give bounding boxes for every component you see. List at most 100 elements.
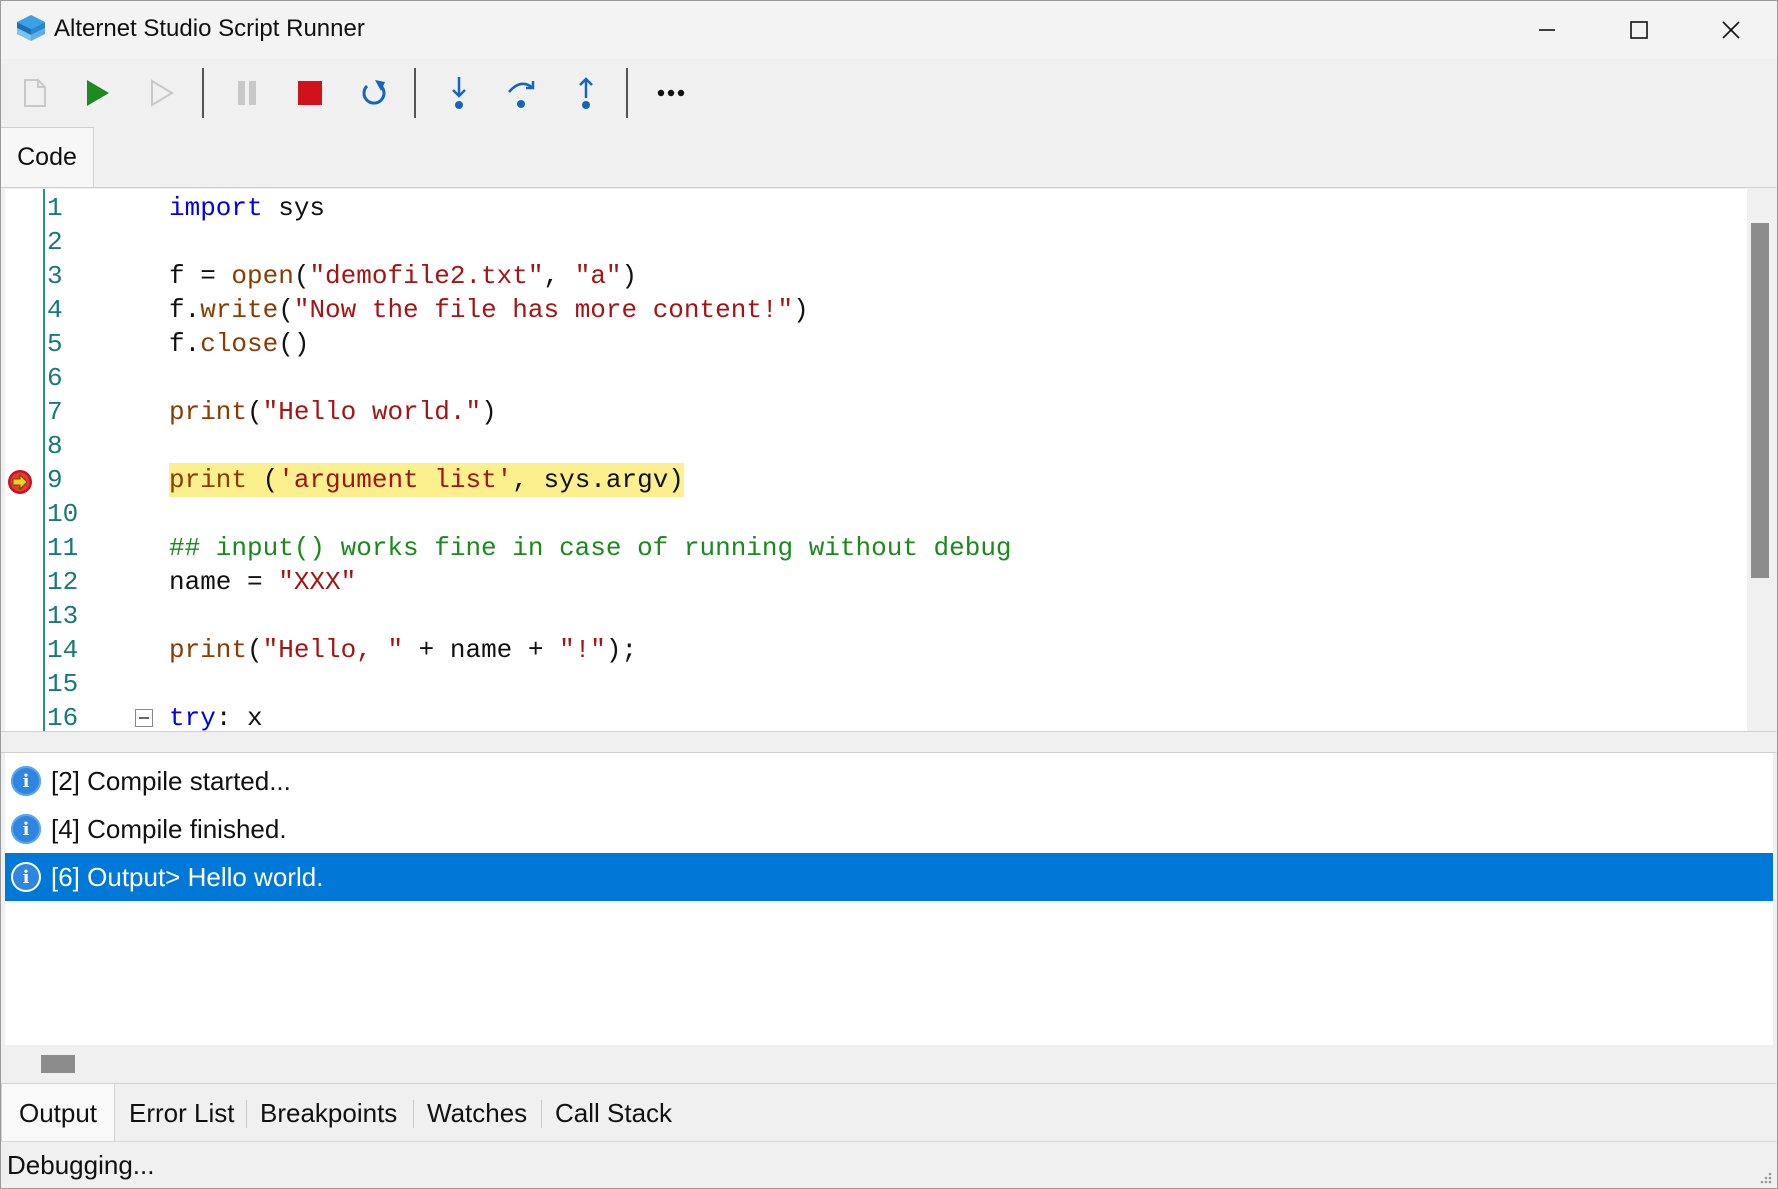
- line-number: 3: [47, 261, 63, 291]
- code-line[interactable]: 2: [5, 225, 1745, 259]
- line-number: 11: [47, 533, 79, 563]
- info-icon: i: [11, 814, 41, 844]
- restart-button[interactable]: [350, 69, 398, 117]
- code-line[interactable]: 3 f = open("demofile2.txt", "a"): [5, 259, 1745, 293]
- app-logo-icon: [17, 15, 45, 41]
- code-line[interactable]: 16 try: x: [5, 701, 1745, 731]
- tab-output[interactable]: Output: [1, 1084, 115, 1142]
- step-over-button[interactable]: [498, 69, 546, 117]
- line-number: 2: [47, 227, 63, 257]
- code-line[interactable]: 5 f.close(): [5, 327, 1745, 361]
- code-line[interactable]: 7 print("Hello world."): [5, 395, 1745, 429]
- code-comment: ## input() works fine in case of running…: [169, 533, 1012, 563]
- line-number: 10: [47, 499, 79, 529]
- current-execution-marker-icon[interactable]: [7, 469, 33, 495]
- run-button[interactable]: [74, 69, 122, 117]
- restart-icon: [362, 80, 386, 105]
- code-line[interactable]: 10: [5, 497, 1745, 531]
- run-icon: [87, 80, 109, 106]
- code-line[interactable]: 4 f.write("Now the file has more content…: [5, 293, 1745, 327]
- horizontal-scrollbar-thumb[interactable]: [41, 1055, 75, 1073]
- toolbar-separator: [202, 68, 204, 118]
- maximize-button[interactable]: [1593, 1, 1685, 59]
- line-number: 13: [47, 601, 79, 631]
- window-title: Alternet Studio Script Runner: [54, 15, 365, 42]
- more-button[interactable]: [647, 69, 695, 117]
- close-button[interactable]: [1685, 1, 1777, 59]
- code-text: f.close(): [169, 329, 310, 359]
- code-text: name = "XXX": [169, 567, 357, 597]
- code-text: print("Hello world."): [169, 397, 497, 427]
- new-file-button[interactable]: [11, 69, 59, 117]
- pane-splitter[interactable]: [1, 731, 1777, 753]
- line-number: 14: [47, 635, 79, 665]
- code-line[interactable]: 15: [5, 667, 1745, 701]
- step-into-button[interactable]: [435, 69, 483, 117]
- horizontal-scrollbar[interactable]: [5, 1045, 1773, 1083]
- minimize-button[interactable]: [1501, 1, 1593, 59]
- more-icon: [657, 89, 685, 97]
- code-text: try: x: [169, 703, 263, 731]
- tab-watches[interactable]: Watches: [427, 1084, 527, 1142]
- line-number: 6: [47, 363, 63, 393]
- code-editor[interactable]: 1 import sys 2 3 f = open("demofile2.txt…: [5, 189, 1773, 731]
- resize-grip-icon[interactable]: [1757, 1169, 1773, 1185]
- code-line[interactable]: 6: [5, 361, 1745, 395]
- run-without-debug-icon: [151, 79, 174, 107]
- editor-tabstrip: Code: [1, 127, 1777, 188]
- collapse-toggle-icon[interactable]: [135, 709, 153, 727]
- output-panel: i [2] Compile started... i [4] Compile f…: [5, 753, 1773, 1045]
- run-without-debug-button[interactable]: [138, 69, 186, 117]
- minimize-icon: [1539, 29, 1555, 31]
- stop-button[interactable]: [286, 69, 334, 117]
- close-icon: [1722, 21, 1740, 39]
- line-number: 5: [47, 329, 63, 359]
- code-text: print("Hello, " + name + "!");: [169, 635, 638, 665]
- line-number: 4: [47, 295, 63, 325]
- tab-breakpoints[interactable]: Breakpoints: [260, 1084, 397, 1142]
- tab-separator: [541, 1100, 542, 1128]
- code-line[interactable]: 14 print("Hello, " + name + "!");: [5, 633, 1745, 667]
- status-bar: Debugging...: [1, 1141, 1777, 1188]
- tab-separator: [246, 1100, 247, 1128]
- title-bar[interactable]: Alternet Studio Script Runner: [1, 1, 1777, 59]
- line-number: 12: [47, 567, 79, 597]
- step-out-button[interactable]: [562, 69, 610, 117]
- code-line-current[interactable]: 9 print ('argument list', sys.argv): [5, 463, 1745, 497]
- tab-call-stack[interactable]: Call Stack: [555, 1084, 672, 1142]
- step-into-icon: [452, 77, 466, 109]
- step-over-icon: [508, 81, 535, 108]
- maximize-icon: [1630, 21, 1648, 39]
- line-number: 7: [47, 397, 63, 427]
- line-number: 9: [47, 465, 63, 495]
- tab-code[interactable]: Code: [1, 127, 94, 187]
- code-line[interactable]: 1 import sys: [5, 191, 1745, 225]
- tab-separator: [413, 1100, 414, 1128]
- pause-button[interactable]: [223, 69, 271, 117]
- code-line[interactable]: 13: [5, 599, 1745, 633]
- output-message[interactable]: i [4] Compile finished.: [5, 805, 1773, 853]
- bottom-tabstrip: Output Error List Breakpoints Watches Ca…: [1, 1083, 1777, 1142]
- code-line[interactable]: 11 ## input() works fine in case of runn…: [5, 531, 1745, 565]
- new-file-icon: [24, 79, 46, 107]
- output-message-text: [2] Compile started...: [51, 765, 291, 796]
- stop-icon: [298, 81, 322, 105]
- info-icon: i: [11, 862, 41, 892]
- line-number: 8: [47, 431, 63, 461]
- output-message-selected[interactable]: i [6] Output> Hello world.: [5, 853, 1773, 901]
- line-number: 15: [47, 669, 79, 699]
- code-line[interactable]: 12 name = "XXX": [5, 565, 1745, 599]
- app-window: Alternet Studio Script Runner Code 1 imp…: [0, 0, 1778, 1189]
- code-text: f.write("Now the file has more content!"…: [169, 295, 809, 325]
- output-message-text: [4] Compile finished.: [51, 813, 287, 844]
- info-icon: i: [11, 766, 41, 796]
- vertical-scrollbar-thumb[interactable]: [1751, 223, 1769, 578]
- step-out-icon: [579, 77, 593, 109]
- code-text: f = open("demofile2.txt", "a"): [169, 261, 638, 291]
- line-number: 1: [47, 193, 63, 223]
- tab-error-list[interactable]: Error List: [129, 1084, 234, 1142]
- output-message[interactable]: i [2] Compile started...: [5, 757, 1773, 805]
- line-number: 16: [47, 703, 79, 731]
- toolbar-separator: [626, 68, 628, 118]
- code-line[interactable]: 8: [5, 429, 1745, 463]
